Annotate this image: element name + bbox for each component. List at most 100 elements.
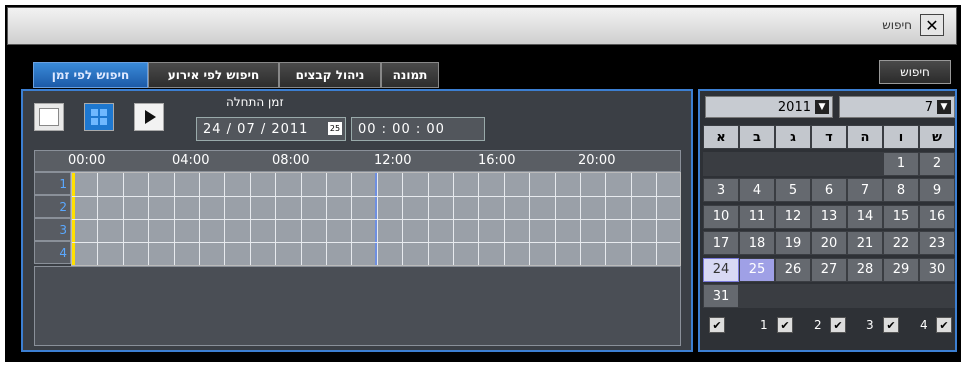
tick-label: 20:00 — [578, 153, 616, 168]
select-all-checkbox[interactable]: ✔ — [709, 317, 725, 333]
year-value: 2011 — [777, 99, 811, 115]
single-view-icon[interactable] — [34, 103, 64, 131]
start-time-value: 00 : 00 : 00 — [358, 121, 445, 137]
calendar-day[interactable]: 13 — [811, 204, 847, 229]
tab-label: ניהול קבצים — [295, 68, 365, 82]
calendar-day[interactable]: 16 — [919, 204, 955, 229]
calendar-empty-cell — [847, 151, 883, 176]
tab-image[interactable]: תמונה — [381, 62, 439, 88]
tab-label: תמונה — [392, 68, 428, 82]
weekday-header: א — [703, 125, 739, 149]
calendar-empty-cell — [739, 284, 775, 308]
tick-label: 16:00 — [478, 153, 516, 168]
tab-label: חיפוש לפי זמן — [51, 68, 130, 82]
calendar-day[interactable]: 25 — [739, 257, 775, 282]
channel-checkbox[interactable]: ✔ — [936, 317, 952, 333]
channel-check-label: 4 — [920, 318, 928, 332]
start-date-value: 24 / 07 / 2011 — [203, 121, 309, 137]
calendar-day[interactable]: 15 — [883, 204, 919, 229]
start-date-field[interactable]: 24 / 07 / 2011 — [196, 117, 346, 141]
tab-search-by-time[interactable]: חיפוש לפי זמן — [33, 62, 148, 88]
chevron-down-icon[interactable]: ▼ — [815, 100, 829, 114]
timeline: 00:00 04:00 08:00 12:00 16:00 20:00 1 2 … — [34, 150, 681, 266]
channel-label: 4 — [34, 241, 71, 264]
calendar-day[interactable]: 19 — [775, 231, 811, 255]
calendar-day[interactable]: 26 — [775, 257, 811, 282]
tick-label: 04:00 — [172, 153, 210, 168]
weekday-header: ש — [919, 125, 955, 149]
year-select[interactable]: 2011 ▼ — [705, 96, 833, 118]
calendar-day[interactable]: 11 — [739, 204, 775, 229]
channel-checkbox[interactable]: ✔ — [830, 317, 846, 333]
calendar-day[interactable]: 5 — [775, 178, 811, 202]
timeline-empty-area — [34, 266, 681, 346]
weekday-header: ד — [811, 125, 847, 149]
calendar-day[interactable]: 28 — [847, 257, 883, 282]
calendar-day[interactable]: 8 — [883, 178, 919, 202]
calendar-day[interactable]: 22 — [883, 231, 919, 255]
calendar-day[interactable]: 29 — [883, 257, 919, 282]
calendar-day[interactable]: 3 — [703, 178, 739, 202]
search-button[interactable]: חיפוש — [879, 60, 951, 84]
calendar-day[interactable]: 4 — [739, 178, 775, 202]
calendar-day[interactable]: 1 — [883, 151, 919, 176]
month-select[interactable]: 7 ▼ — [839, 96, 955, 118]
calendar-empty-cell — [739, 151, 775, 176]
chevron-down-icon[interactable]: ▼ — [937, 100, 951, 114]
calendar-empty-cell — [775, 151, 811, 176]
weekday-header: ו — [883, 125, 919, 149]
channel-check-label: 1 — [760, 318, 768, 332]
tick-label: 00:00 — [68, 153, 106, 168]
calendar-day[interactable]: 6 — [811, 178, 847, 202]
calendar-day[interactable]: 31 — [703, 284, 739, 308]
calendar-day[interactable]: 2 — [919, 151, 955, 176]
play-icon[interactable] — [134, 103, 164, 131]
tab-label: חיפוש לפי אירוע — [167, 68, 260, 82]
tab-search-by-event[interactable]: חיפוש לפי אירוע — [148, 62, 279, 88]
timeline-grid[interactable] — [71, 172, 681, 266]
calendar-day[interactable]: 23 — [919, 231, 955, 255]
tick-label: 12:00 — [374, 153, 412, 168]
calendar-day[interactable]: 7 — [847, 178, 883, 202]
month-value: 7 — [924, 99, 933, 115]
calendar-icon[interactable]: 25 — [328, 122, 342, 135]
timeline-grid-line — [72, 242, 680, 243]
calendar-day[interactable]: 14 — [847, 204, 883, 229]
channel-checkbox[interactable]: ✔ — [777, 317, 793, 333]
timeline-header: 00:00 04:00 08:00 12:00 16:00 20:00 — [34, 150, 681, 172]
channel-label: 3 — [34, 218, 71, 241]
channel-check-label: 2 — [814, 318, 822, 332]
calendar-empty-cell — [847, 284, 883, 308]
calendar-day[interactable]: 27 — [811, 257, 847, 282]
channel-checkbox[interactable]: ✔ — [883, 317, 899, 333]
calendar-empty-cell — [811, 284, 847, 308]
title-bar: חיפוש ✕ — [7, 7, 957, 45]
calendar-empty-cell — [811, 151, 847, 176]
calendar-day[interactable]: 12 — [775, 204, 811, 229]
calendar-day[interactable]: 24 — [703, 257, 739, 282]
tab-file-management[interactable]: ניהול קבצים — [279, 62, 381, 88]
calendar-empty-cell — [775, 284, 811, 308]
calendar-day[interactable]: 10 — [703, 204, 739, 229]
calendar-empty-cell — [919, 284, 955, 308]
calendar-day[interactable]: 20 — [811, 231, 847, 255]
start-time-field[interactable]: 00 : 00 : 00 — [351, 117, 485, 141]
calendar-day[interactable]: 30 — [919, 257, 955, 282]
calendar-empty-cell — [883, 284, 919, 308]
channel-label: 1 — [34, 172, 71, 195]
close-icon[interactable]: ✕ — [920, 14, 944, 36]
quad-view-icon[interactable] — [84, 103, 114, 131]
calendar-day[interactable]: 9 — [919, 178, 955, 202]
start-time-label: זמן התחלה — [226, 95, 284, 109]
calendar-day[interactable]: 17 — [703, 231, 739, 255]
weekday-header: ג — [775, 125, 811, 149]
calendar-empty-cell — [703, 151, 739, 176]
tick-label: 08:00 — [272, 153, 310, 168]
timeline-grid-line — [72, 196, 680, 197]
calendar-day[interactable]: 21 — [847, 231, 883, 255]
weekday-header: ה — [847, 125, 883, 149]
window-title: חיפוש — [882, 18, 912, 32]
timeline-grid-line — [72, 219, 680, 220]
weekday-header: ב — [739, 125, 775, 149]
calendar-day[interactable]: 18 — [739, 231, 775, 255]
